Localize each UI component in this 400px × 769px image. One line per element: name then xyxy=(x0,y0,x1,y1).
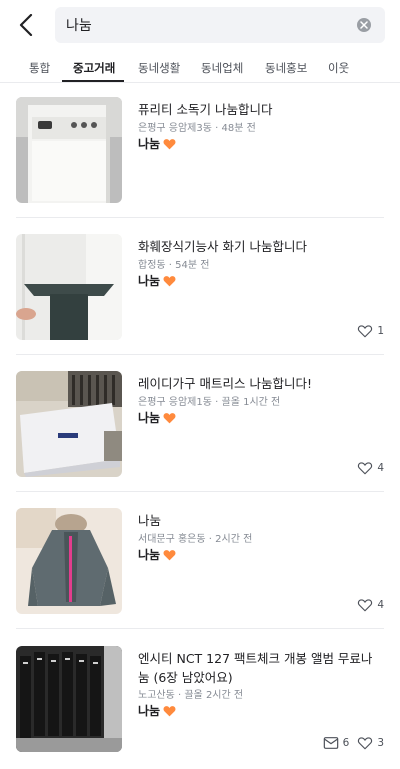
back-arrow-icon xyxy=(19,14,33,36)
like-count: 3 xyxy=(377,737,384,749)
active-tab-indicator xyxy=(62,80,124,82)
search-box[interactable] xyxy=(55,7,385,43)
clear-x-icon xyxy=(360,21,368,29)
item-price: 나눔 xyxy=(138,272,176,289)
search-input[interactable] xyxy=(66,7,346,43)
item-meta: 합정동 · 54분 전 xyxy=(138,260,210,271)
list-item[interactable]: 화훼장식기능사 화기 나눔합니다 합정동 · 54분 전 나눔 1 xyxy=(16,234,384,340)
divider xyxy=(16,628,384,629)
item-price: 나눔 xyxy=(138,546,176,563)
like-count: 1 xyxy=(377,325,384,337)
item-thumbnail xyxy=(16,508,122,614)
item-price: 나눔 xyxy=(138,702,176,719)
item-price: 나눔 xyxy=(138,409,176,426)
heart-icon xyxy=(163,275,176,286)
item-meta: 은평구 응암제1동 · 끌올 1시간 전 xyxy=(138,397,281,408)
list-item[interactable]: 엔시티 NCT 127 팩트체크 개봉 앨범 무료나눔 (6장 남았어요) 노고… xyxy=(16,646,384,752)
item-thumbnail xyxy=(16,234,122,340)
item-stats: 6 3 xyxy=(323,736,384,750)
tab-bar: 통합 중고거래 동네생활 동네업체 동네홍보 이웃 xyxy=(0,51,400,83)
divider xyxy=(16,354,384,355)
divider xyxy=(16,491,384,492)
item-price: 나눔 xyxy=(138,135,176,152)
item-title: 레이디가구 매트리스 나눔합니다! xyxy=(138,376,312,391)
item-thumbnail xyxy=(16,646,122,752)
item-thumbnail xyxy=(16,97,122,203)
item-title: 엔시티 NCT 127 팩트체크 개봉 앨범 무료나눔 (6장 남았어요) xyxy=(138,651,373,685)
item-title: 퓨리티 소독기 나눔합니다 xyxy=(138,102,273,117)
top-bar xyxy=(0,0,400,50)
chat-count: 6 xyxy=(342,737,350,749)
heart-icon xyxy=(163,138,176,149)
tab-used-trade[interactable]: 중고거래 xyxy=(73,51,115,83)
item-title: 나눔 xyxy=(138,513,162,528)
heart-icon xyxy=(163,412,176,423)
item-thumbnail xyxy=(16,371,122,477)
item-meta: 서대문구 홍은동 · 2시간 전 xyxy=(138,534,253,545)
item-title: 화훼장식기능사 화기 나눔합니다 xyxy=(138,239,307,254)
heart-outline-icon xyxy=(358,737,373,750)
item-stats: 1 xyxy=(357,324,384,338)
list-item[interactable]: 퓨리티 소독기 나눔합니다 은평구 응암제3동 · 48분 전 나눔 xyxy=(16,97,384,203)
item-stats: 4 xyxy=(357,461,384,475)
tab-neighbors[interactable]: 이웃 xyxy=(328,51,349,83)
tab-integrated[interactable]: 통합 xyxy=(29,51,50,83)
like-count: 4 xyxy=(377,462,384,474)
item-meta: 노고산동 · 끌올 2시간 전 xyxy=(138,690,244,701)
heart-outline-icon xyxy=(358,462,373,475)
item-stats: 4 xyxy=(357,598,384,612)
item-meta: 은평구 응암제3동 · 48분 전 xyxy=(138,123,256,134)
divider xyxy=(16,217,384,218)
heart-outline-icon xyxy=(358,325,373,338)
heart-outline-icon xyxy=(358,599,373,612)
list-item[interactable]: 나눔 서대문구 홍은동 · 2시간 전 나눔 4 xyxy=(16,508,384,614)
list-item[interactable]: 레이디가구 매트리스 나눔합니다! 은평구 응암제1동 · 끌올 1시간 전 나… xyxy=(16,371,384,477)
like-count: 4 xyxy=(377,599,384,611)
heart-icon xyxy=(163,549,176,560)
tab-neighborhood-life[interactable]: 동네생활 xyxy=(138,51,180,83)
tab-local-business[interactable]: 동네업체 xyxy=(201,51,243,83)
clear-search-button[interactable] xyxy=(357,18,371,32)
tab-local-promotion[interactable]: 동네홍보 xyxy=(265,51,307,83)
heart-icon xyxy=(163,705,176,716)
chat-icon xyxy=(323,737,338,749)
back-button[interactable] xyxy=(8,6,44,44)
